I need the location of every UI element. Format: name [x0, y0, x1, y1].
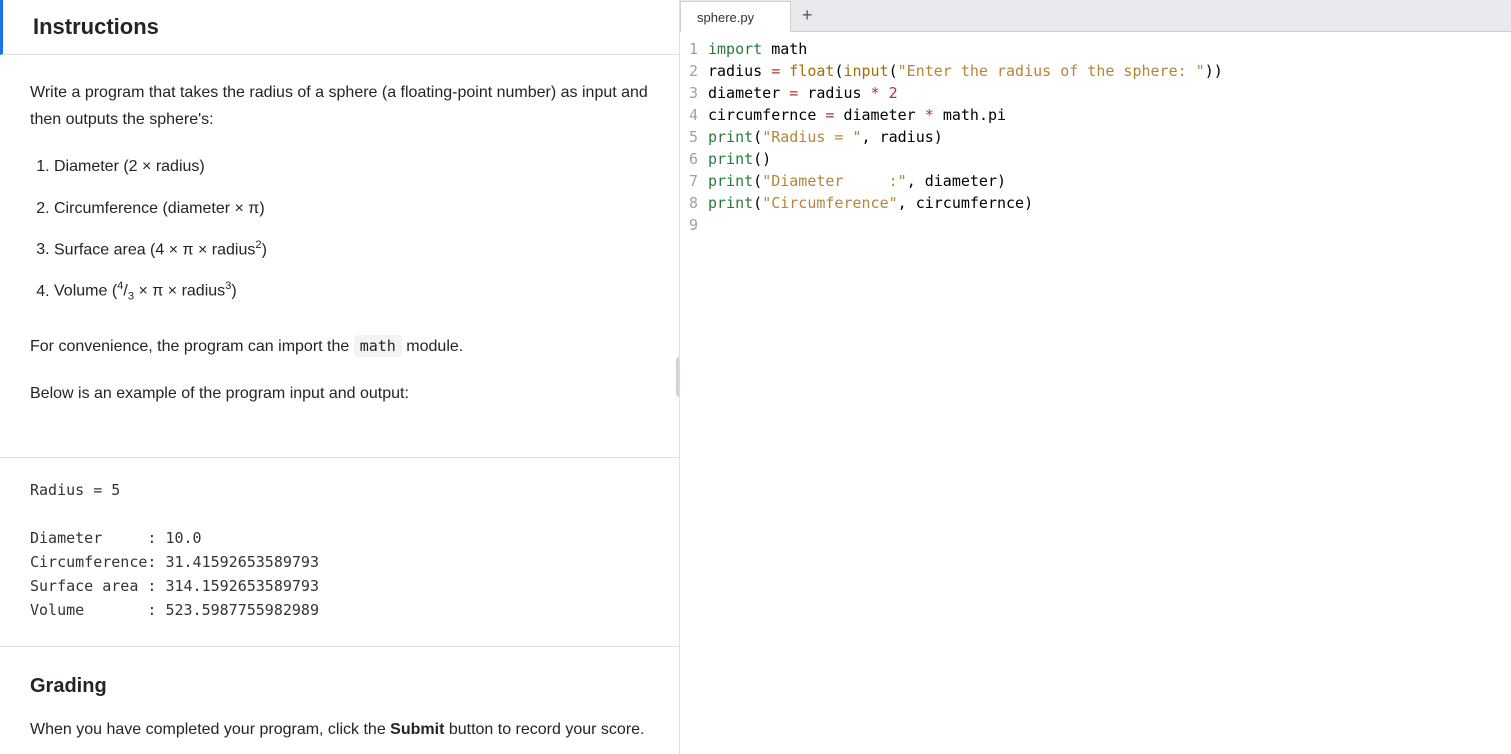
list-item: Surface area (4 × π × radius2)	[54, 236, 649, 264]
code-area[interactable]: import mathradius = float(input("Enter t…	[702, 38, 1511, 754]
code-line[interactable]: print("Circumference", circumfernce)	[708, 192, 1511, 214]
line-number: 3	[680, 82, 698, 104]
code-line[interactable]: print("Diameter :", diameter)	[708, 170, 1511, 192]
example-intro: Below is an example of the program input…	[30, 380, 649, 407]
instructions-title: Instructions	[33, 14, 649, 40]
list-item: Circumference (diameter × π)	[54, 195, 649, 222]
pane-resize-handle[interactable]	[676, 357, 680, 397]
add-tab-button[interactable]: +	[791, 0, 823, 31]
line-number: 1	[680, 38, 698, 60]
grading-title: Grading	[30, 675, 649, 698]
instructions-body: Write a program that takes the radius of…	[0, 55, 679, 458]
code-line[interactable]: radius = float(input("Enter the radius o…	[708, 60, 1511, 82]
instructions-intro: Write a program that takes the radius of…	[30, 79, 649, 133]
code-line[interactable]: print("Radius = ", radius)	[708, 126, 1511, 148]
line-number: 5	[680, 126, 698, 148]
editor-tab-active[interactable]: sphere.py	[680, 1, 791, 32]
list-item: Diameter (2 × radius)	[54, 153, 649, 180]
example-output: Radius = 5 Diameter : 10.0 Circumference…	[0, 458, 679, 647]
tab-label: sphere.py	[697, 10, 754, 25]
line-number-gutter: 123456789	[680, 38, 702, 754]
instructions-pane: Instructions Write a program that takes …	[0, 0, 680, 754]
tab-bar: sphere.py +	[680, 0, 1511, 32]
line-number: 2	[680, 60, 698, 82]
instructions-header: Instructions	[0, 0, 679, 55]
list-item: Volume (4/3 × π × radius3)	[54, 277, 649, 307]
line-number: 8	[680, 192, 698, 214]
instructions-list: Diameter (2 × radius) Circumference (dia…	[54, 153, 649, 306]
line-number: 9	[680, 214, 698, 236]
code-editor[interactable]: 123456789 import mathradius = float(inpu…	[680, 32, 1511, 754]
line-number: 7	[680, 170, 698, 192]
code-line[interactable]: diameter = radius * 2	[708, 82, 1511, 104]
code-line[interactable]: print()	[708, 148, 1511, 170]
line-number: 6	[680, 148, 698, 170]
convenience-line: For convenience, the program can import …	[30, 333, 649, 360]
code-line[interactable]: import math	[708, 38, 1511, 60]
grading-text: When you have completed your program, cl…	[30, 716, 649, 743]
inline-code-math: math	[354, 335, 402, 357]
plus-icon: +	[802, 5, 813, 26]
editor-pane: sphere.py + 123456789 import mathradius …	[680, 0, 1511, 754]
code-line[interactable]	[708, 214, 1511, 236]
line-number: 4	[680, 104, 698, 126]
grading-block: Grading When you have completed your pro…	[0, 647, 679, 754]
code-line[interactable]: circumfernce = diameter * math.pi	[708, 104, 1511, 126]
